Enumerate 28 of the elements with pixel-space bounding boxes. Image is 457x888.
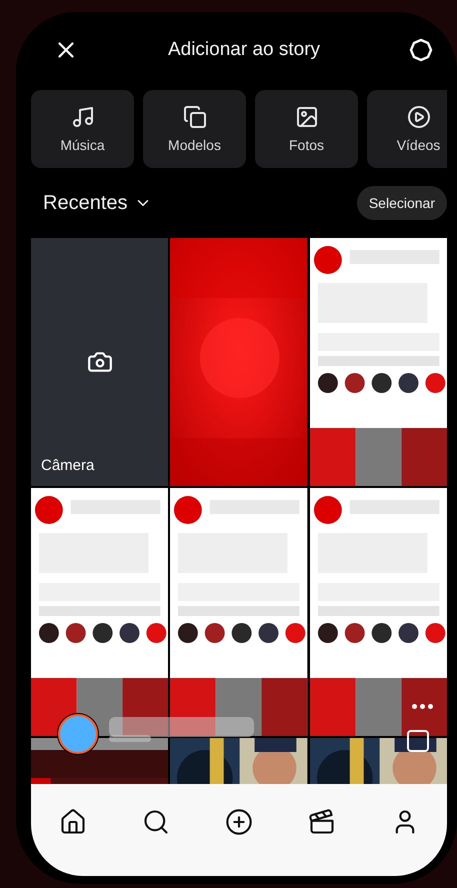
- settings-icon[interactable]: [408, 38, 433, 62]
- album-dropdown[interactable]: Recentes: [43, 192, 152, 214]
- tab-bar-button[interactable]: [224, 808, 253, 836]
- music-icon: [70, 105, 94, 129]
- shortcut-label: Fotos: [288, 137, 324, 153]
- plus-icon: [224, 808, 253, 836]
- play-icon: [406, 105, 430, 129]
- shortcut-label: Modelos: [168, 137, 221, 153]
- shortcut-card[interactable]: Música: [31, 90, 134, 168]
- search-icon: [142, 808, 170, 836]
- shortcut-card[interactable]: Vídeos: [367, 90, 447, 168]
- image-icon: [294, 105, 318, 129]
- shortcut-label: Vídeos: [396, 137, 440, 153]
- square-icon[interactable]: [407, 730, 429, 752]
- more-icon[interactable]: [412, 704, 433, 709]
- templates-icon: [182, 105, 206, 129]
- home-icon: [58, 808, 87, 836]
- tab-bar-button[interactable]: [308, 808, 336, 836]
- select-button[interactable]: Selecionar: [356, 186, 447, 220]
- screen-title: Adicionar ao story: [168, 39, 320, 61]
- camera-label: Câmera: [41, 457, 94, 474]
- camera-tile[interactable]: Câmera: [31, 238, 168, 486]
- shortcut-card[interactable]: Modelos: [143, 90, 246, 168]
- tab-bar-button[interactable]: [142, 808, 170, 836]
- shortcut-card[interactable]: Fotos: [255, 90, 358, 168]
- tab-bar-button[interactable]: [58, 808, 87, 836]
- clapperboard-icon: [308, 808, 336, 836]
- shortcut-label: Música: [60, 137, 105, 153]
